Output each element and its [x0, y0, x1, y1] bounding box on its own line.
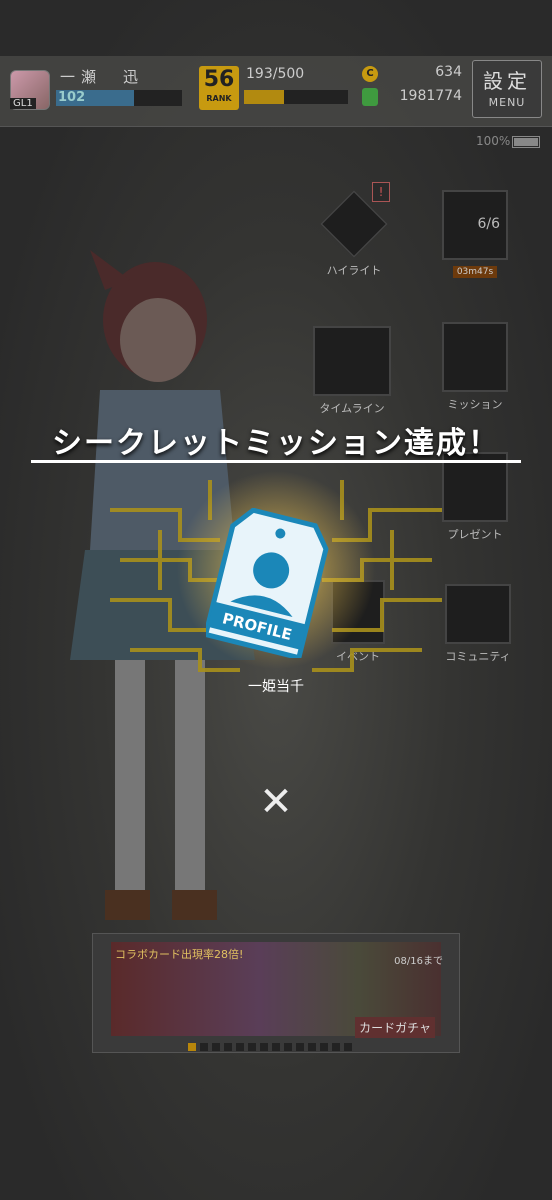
level-badge: GL1 [10, 98, 36, 109]
pagination-dot[interactable] [188, 1043, 196, 1051]
menu-mission-label: ミッション [447, 398, 503, 411]
profile-tag-icon: PROFILE [206, 508, 329, 658]
pagination-dot[interactable] [260, 1043, 268, 1051]
pagination-dot[interactable] [236, 1043, 244, 1051]
banner-headline: コラボカード出現率28倍! [115, 948, 244, 961]
card-timer: 03m47s [452, 266, 498, 278]
rank-icon: 56 RANK [199, 66, 239, 110]
community-icon [445, 584, 511, 644]
coin-icon: C [362, 66, 378, 82]
money-count: 1981774 [399, 88, 462, 104]
menu-timeline-label: タイムライン [319, 402, 385, 415]
stamina-bar-fill [244, 90, 285, 104]
exp-bar: 102 [56, 90, 182, 106]
stamina-text: 193/500 [246, 66, 305, 82]
card-count: 6/6 [477, 216, 500, 232]
banner-date: 08/16まで [394, 956, 443, 967]
menu-button-label-en: MENU [488, 96, 526, 109]
banner-pagination [188, 1036, 356, 1055]
pagination-dot[interactable] [200, 1043, 208, 1051]
rank-label: RANK [206, 94, 232, 103]
money-stack-icon [362, 88, 378, 106]
menu-highlight-label: ハイライト [326, 264, 382, 277]
menu-button-label-jp: 設定 [483, 69, 531, 93]
battery-percent: 100% [476, 134, 511, 148]
pagination-dot[interactable] [344, 1043, 352, 1051]
pagination-dot[interactable] [332, 1043, 340, 1051]
menu-timeline[interactable]: タイムライン [304, 326, 400, 416]
stamina-bar [244, 90, 348, 104]
mission-clipboard-icon [442, 322, 508, 392]
title-underline [31, 460, 521, 463]
timeline-chat-icon [313, 326, 391, 396]
card-stack-icon: 6/6 [442, 190, 508, 260]
close-icon[interactable]: ✕ [256, 782, 296, 822]
gacha-banner[interactable]: コラボカード出現率28倍! 08/16まで カードガチャ [92, 933, 460, 1053]
pagination-dot[interactable] [272, 1043, 280, 1051]
pagination-dot[interactable] [320, 1043, 328, 1051]
pagination-dot[interactable] [224, 1043, 232, 1051]
pagination-dot[interactable] [284, 1043, 292, 1051]
menu-highlight[interactable]: ! ハイライト [312, 182, 396, 278]
pagination-dot[interactable] [212, 1043, 220, 1051]
battery-indicator: 100% [476, 134, 541, 148]
pagination-dot[interactable] [296, 1043, 304, 1051]
player-name: 一瀬 迅 [60, 68, 145, 86]
menu-cards[interactable]: 6/6 03m47s [438, 190, 512, 278]
battery-icon [512, 135, 541, 148]
rank-value: 56 [203, 67, 235, 92]
mission-title: シークレットミッション達成！ [52, 426, 500, 461]
coin-count: 634 [435, 64, 462, 80]
banner-gacha-label: カードガチャ [355, 1017, 435, 1038]
player-level: 102 [58, 90, 86, 105]
pagination-dot[interactable] [308, 1043, 316, 1051]
menu-button[interactable]: 設定 MENU [472, 60, 542, 118]
pagination-dot[interactable] [248, 1043, 256, 1051]
menu-mission[interactable]: ミッション [438, 322, 512, 412]
status-bar: GL1 一瀬 迅 102 56 RANK 193/500 C 634 19817… [0, 56, 552, 127]
alert-badge: ! [372, 182, 390, 202]
reward-name: 一姫当千 [248, 679, 304, 695]
